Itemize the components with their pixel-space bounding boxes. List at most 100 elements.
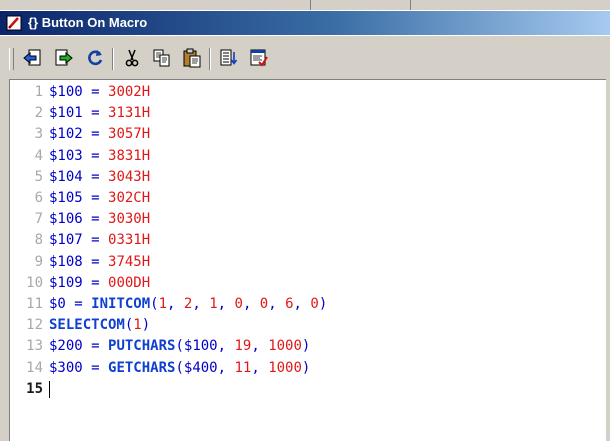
code-line[interactable]: 4 $103 = 3831H: [10, 146, 600, 167]
paste-button[interactable]: [181, 47, 203, 69]
code-token-var: $101: [49, 105, 83, 122]
paste-icon: [183, 48, 201, 68]
code-line[interactable]: 10 $109 = 000DH: [10, 273, 600, 294]
line-number: 10: [26, 274, 43, 291]
code-line[interactable]: 6 $105 = 302CH: [10, 188, 600, 209]
code-token-fn: GETCHARS: [108, 359, 176, 376]
code-token-num: 0: [234, 296, 243, 312]
line-number: 11: [26, 296, 43, 312]
macro-editor-icon: [6, 15, 22, 31]
code-token-op: =: [82, 105, 109, 122]
code-token-op: =: [82, 359, 109, 376]
code-token-pun: (: [175, 359, 184, 376]
code-text: $103 = 3831H: [49, 146, 150, 167]
line-number: 13: [26, 338, 43, 355]
code-line[interactable]: 1 $100 = 3002H: [10, 82, 600, 103]
code-line[interactable]: 13 $200 = PUTCHARS($100, 19, 1000): [10, 336, 600, 357]
code-text: $100 = 3002H: [49, 82, 150, 103]
export-macro-button[interactable]: [53, 47, 75, 69]
line-number: 7: [34, 211, 43, 228]
code-token-var: $103: [49, 147, 83, 164]
toolbar-separator: [209, 48, 211, 70]
line-number: 6: [34, 190, 43, 206]
code-editor[interactable]: 1 $100 = 3002H 2 $101 = 3131H 3 $102 = 3057H 4…: [9, 79, 606, 441]
code-token-op: =: [82, 84, 109, 100]
code-token-num: 3131H: [108, 105, 151, 122]
code-line[interactable]: 8 $107 = 0331H: [10, 230, 600, 251]
code-text: $300 = GETCHARS($400, 11, 1000): [49, 358, 310, 379]
cut-button[interactable]: [121, 47, 143, 69]
code-line[interactable]: 2 $101 = 3131H: [10, 103, 600, 124]
code-line[interactable]: 5 $104 = 3043H: [10, 167, 600, 188]
code-line[interactable]: 11 $0 = INITCOM(1, 2, 1, 0, 0, 6, 0): [10, 294, 600, 315]
check-document-icon: [250, 49, 268, 67]
title-bar[interactable]: {} Button On Macro: [0, 11, 610, 35]
line-number: 12: [26, 317, 43, 334]
copy-button[interactable]: [151, 47, 173, 69]
code-line[interactable]: 12 SELECTCOM(1): [10, 315, 600, 336]
code-token-pun: ,: [251, 359, 269, 376]
toolbar-grip[interactable]: [9, 48, 14, 70]
line-number: 3: [34, 126, 43, 143]
check-syntax-button[interactable]: [248, 47, 270, 69]
code-token-var: $100: [183, 338, 218, 355]
code-token-var: $109: [49, 274, 83, 291]
code-token-pun: ,: [217, 296, 235, 312]
code-text: $109 = 000DH: [49, 273, 150, 294]
code-token-var: $200: [49, 338, 83, 355]
line-number: 5: [34, 168, 43, 185]
divider: [410, 0, 411, 10]
code-token-pun: ,: [268, 296, 286, 312]
line-number: 8: [34, 232, 43, 249]
code-token-num: 1: [158, 296, 168, 312]
code-token-var: $102: [49, 126, 83, 143]
code-token-num: 3745H: [108, 253, 151, 270]
code-line[interactable]: 15: [10, 379, 600, 400]
code-token-num: 000DH: [108, 274, 151, 291]
code-token-op: =: [82, 253, 109, 270]
code-token-pun: ,: [217, 359, 235, 376]
code-token-pun: ,: [217, 338, 235, 355]
code-token-num: 19: [234, 338, 252, 355]
code-line[interactable]: 3 $102 = 3057H: [10, 124, 600, 145]
line-number: 4: [34, 147, 43, 164]
code-token-num: 1000: [268, 359, 302, 376]
code-line[interactable]: 7 $106 = 3030H: [10, 209, 600, 230]
code-token-fn: PUTCHARS: [108, 338, 176, 355]
code-token-op: =: [82, 168, 109, 185]
code-token-op: =: [82, 190, 109, 206]
code-line[interactable]: 14 $300 = GETCHARS($400, 11, 1000): [10, 358, 600, 379]
insert-command-button[interactable]: [218, 47, 240, 69]
code-token-var: $0: [49, 296, 66, 312]
refresh-button[interactable]: [84, 47, 106, 69]
code-token-pun: ): [301, 359, 311, 376]
code-token-num: 0: [310, 296, 319, 312]
code-token-var: $105: [49, 190, 83, 206]
line-number: 1: [34, 84, 43, 100]
divider: [310, 0, 311, 10]
code-token-pun: ,: [167, 296, 184, 312]
window-title: {} Button On Macro: [28, 15, 148, 30]
code-token-var: $107: [49, 232, 83, 249]
code-line[interactable]: 9 $108 = 3745H: [10, 252, 600, 273]
code-token-num: 1: [209, 296, 218, 312]
import-macro-button[interactable]: [21, 47, 43, 69]
code-text: $104 = 3043H: [49, 167, 150, 188]
export-arrow-icon: [55, 49, 73, 66]
code-token-num: 3043H: [108, 168, 151, 185]
code-token-var: $108: [49, 253, 83, 270]
code-token-pun: ,: [251, 338, 269, 355]
code-text: $0 = INITCOM(1, 2, 1, 0, 0, 6, 0): [49, 294, 327, 315]
code-token-fn: INITCOM: [91, 296, 151, 312]
code-token-num: 6: [285, 296, 294, 312]
line-number: 14: [26, 359, 43, 376]
code-token-op: =: [82, 232, 109, 249]
code-token-var: $400: [183, 359, 218, 376]
code-text: $105 = 302CH: [49, 188, 150, 209]
line-number: 9: [34, 253, 43, 270]
code-text: $107 = 0331H: [49, 230, 150, 251]
code-text: $106 = 3030H: [49, 209, 150, 230]
code-token-pun: ): [141, 317, 151, 334]
code-token-var: $106: [49, 211, 83, 228]
code-token-num: 1: [133, 317, 142, 334]
